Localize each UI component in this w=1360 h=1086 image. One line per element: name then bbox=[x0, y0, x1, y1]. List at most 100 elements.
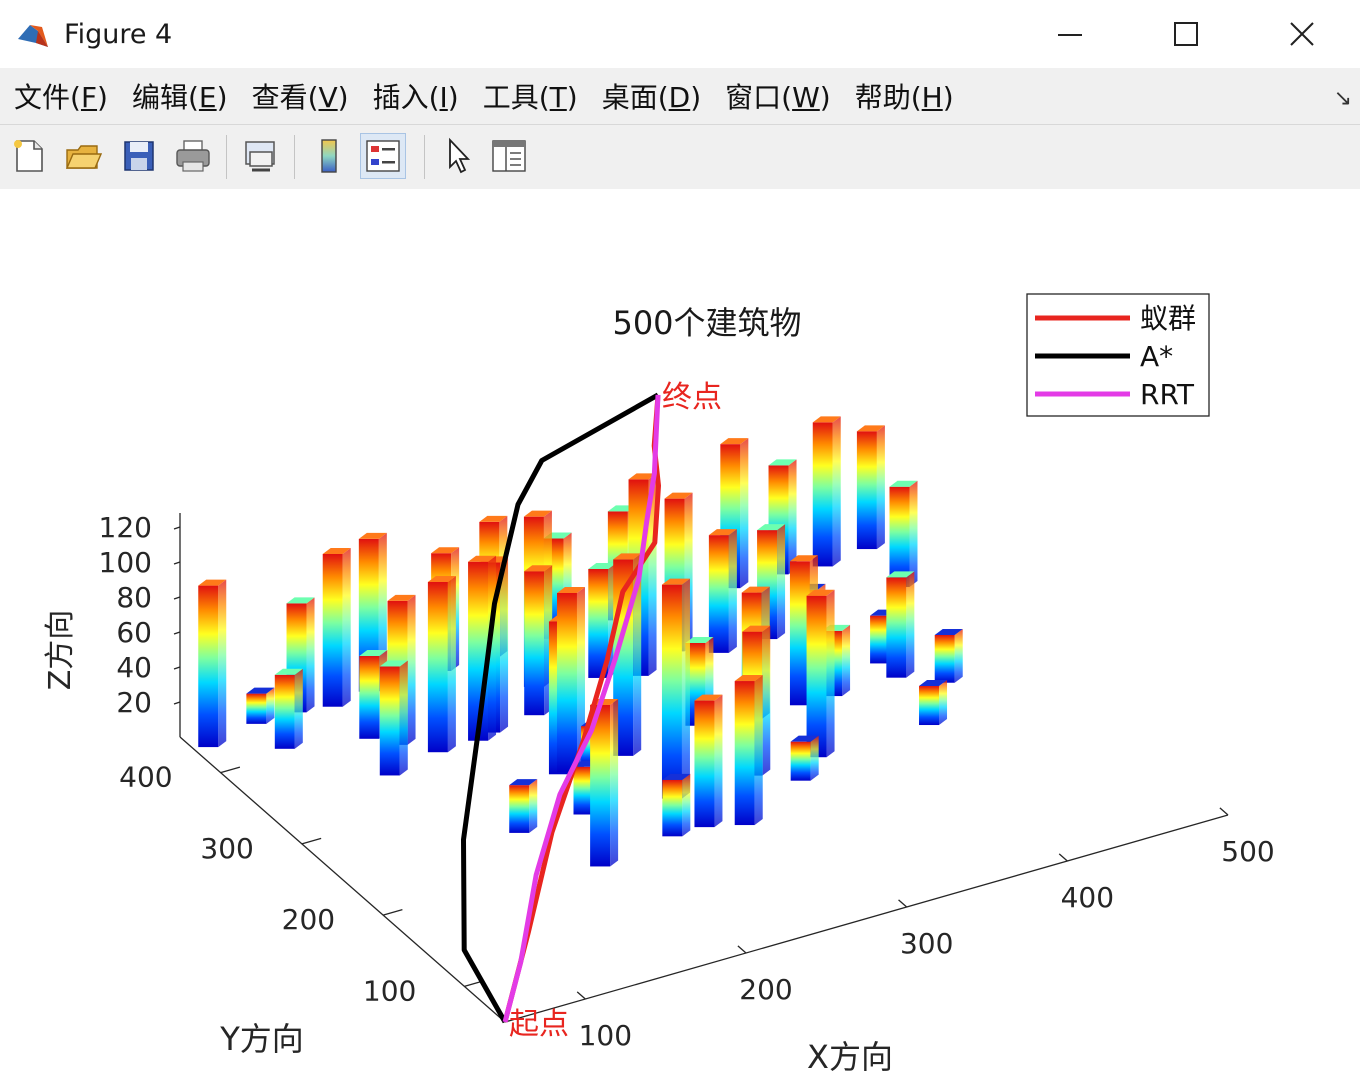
property-inspector-button[interactable] bbox=[486, 133, 532, 179]
chart-title: 500个建筑物 bbox=[612, 304, 801, 342]
y-axis-line bbox=[179, 736, 506, 1023]
pointer-icon bbox=[449, 137, 471, 174]
y-tick bbox=[301, 837, 322, 845]
y-tick-label: 400 bbox=[119, 761, 172, 794]
x-tick-label: 200 bbox=[739, 973, 792, 1006]
print-icon bbox=[176, 140, 210, 172]
close-button[interactable] bbox=[1244, 0, 1360, 68]
building-bar bbox=[790, 735, 819, 781]
building-bar bbox=[812, 416, 841, 567]
colorbar-icon bbox=[321, 139, 337, 173]
z-tick bbox=[173, 701, 181, 705]
x-tick-label: 500 bbox=[1221, 835, 1274, 868]
close-icon bbox=[1290, 22, 1314, 46]
legend[interactable]: 蚁群 A* RRT bbox=[1026, 293, 1210, 417]
3d-plot[interactable]: 1002003004005001002003004002040608010012… bbox=[0, 189, 1360, 1082]
building-bar bbox=[524, 565, 553, 716]
z-tick-label: 80 bbox=[116, 581, 152, 614]
pointer-button[interactable] bbox=[434, 133, 480, 179]
menu-item-d[interactable]: 桌面(D) bbox=[602, 76, 701, 116]
menu-bar: 文件(F) 编辑(E) 查看(V) 插入(I) 工具(T) 桌面(D) 窗口(W) 帮助(H) bbox=[0, 68, 1360, 124]
link-plot-button[interactable] bbox=[238, 133, 284, 179]
maximize-icon bbox=[1174, 22, 1198, 46]
dock-figure-icon[interactable]: ↘ bbox=[1334, 86, 1352, 111]
window-titlebar[interactable]: Figure 4 bbox=[0, 0, 1360, 68]
open-file-button[interactable] bbox=[60, 133, 106, 179]
figure-toolbar bbox=[0, 124, 1360, 190]
building-bar bbox=[427, 575, 456, 753]
building-bar bbox=[886, 571, 915, 678]
x-tick bbox=[737, 945, 747, 954]
y-tick-label: 200 bbox=[282, 903, 335, 936]
legend-button[interactable] bbox=[360, 133, 406, 179]
building-bar bbox=[934, 628, 963, 683]
minimize-icon bbox=[1058, 34, 1082, 36]
path-annotation: 终点 bbox=[662, 380, 722, 415]
y-tick bbox=[382, 908, 403, 916]
link-plot-icon bbox=[245, 141, 275, 172]
building-bar bbox=[806, 589, 835, 758]
save-button[interactable] bbox=[116, 133, 162, 179]
menu-item-t[interactable]: 工具(T) bbox=[483, 76, 578, 116]
property-inspector-icon bbox=[492, 140, 526, 172]
z-tick bbox=[173, 561, 181, 565]
z-tick-label: 20 bbox=[116, 686, 152, 719]
y-tick-label: 300 bbox=[200, 832, 253, 865]
menu-item-h[interactable]: 帮助(H) bbox=[855, 76, 954, 116]
x-axis-label: X方向 bbox=[807, 1038, 893, 1076]
z-axis-label: Z方向 bbox=[43, 610, 78, 691]
building-bar bbox=[661, 578, 690, 799]
building-bar bbox=[889, 480, 918, 587]
x-tick-label: 400 bbox=[1061, 881, 1114, 914]
figure-canvas[interactable]: 100 200 300 400 500 100 200 300 400 20 40 60 80 100 12… bbox=[0, 189, 1360, 1082]
y-tick-label: 100 bbox=[363, 974, 416, 1007]
y-tick bbox=[220, 766, 241, 774]
z-tick bbox=[173, 526, 181, 530]
building-bar bbox=[274, 668, 303, 749]
menu-item-v[interactable]: 查看(V) bbox=[252, 76, 349, 116]
building-bar bbox=[322, 547, 351, 707]
building-bar bbox=[509, 779, 538, 833]
building-bar bbox=[694, 694, 723, 828]
z-tick-label: 40 bbox=[116, 651, 152, 684]
z-tick-label: 120 bbox=[99, 511, 152, 544]
legend-icon bbox=[366, 140, 400, 172]
new-figure-button[interactable] bbox=[6, 133, 52, 179]
building-bar bbox=[662, 773, 691, 837]
legend-label: A* bbox=[1140, 340, 1173, 373]
x-tick bbox=[898, 899, 908, 908]
y-axis-label: Y方向 bbox=[219, 1020, 304, 1058]
building-bar bbox=[198, 579, 227, 748]
menu-item-i[interactable]: 插入(I) bbox=[373, 76, 459, 116]
x-tick-label: 100 bbox=[579, 1019, 632, 1052]
building-bar bbox=[856, 425, 885, 550]
building-bar bbox=[919, 680, 948, 726]
z-tick-label: 100 bbox=[99, 546, 152, 579]
x-tick bbox=[576, 991, 586, 1000]
path-annotation: 起点 bbox=[509, 1007, 569, 1042]
building-bar bbox=[246, 687, 275, 724]
menu-item-w[interactable]: 窗口(W) bbox=[725, 76, 831, 116]
print-button[interactable] bbox=[170, 133, 216, 179]
legend-label: RRT bbox=[1140, 378, 1195, 411]
minimize-button[interactable] bbox=[1012, 0, 1128, 68]
menu-item-e[interactable]: 编辑(E) bbox=[132, 76, 228, 116]
menu-item-f[interactable]: 文件(F) bbox=[14, 76, 108, 116]
z-tick bbox=[173, 596, 181, 600]
window-title: Figure 4 bbox=[64, 18, 173, 50]
legend-label: 蚁群 bbox=[1140, 302, 1196, 335]
save-icon bbox=[124, 141, 154, 171]
open-file-icon bbox=[65, 145, 102, 169]
building-bar bbox=[379, 660, 408, 776]
z-tick bbox=[173, 631, 181, 635]
z-tick bbox=[173, 666, 181, 670]
x-tick bbox=[1058, 853, 1068, 862]
colorbar-button[interactable] bbox=[306, 133, 352, 179]
maximize-button[interactable] bbox=[1128, 0, 1244, 68]
new-figure-icon bbox=[14, 140, 43, 172]
x-tick-label: 300 bbox=[900, 927, 953, 960]
z-tick-label: 60 bbox=[116, 616, 152, 649]
building-bar bbox=[708, 529, 737, 653]
matlab-logo-icon bbox=[18, 25, 48, 47]
building-bar bbox=[734, 675, 763, 826]
